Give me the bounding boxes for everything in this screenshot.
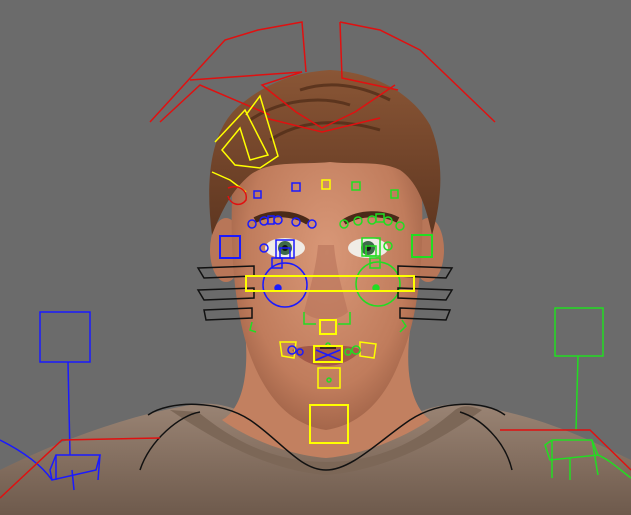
character-model[interactable] (0, 70, 631, 515)
3d-viewport[interactable] (0, 0, 631, 515)
viewport-canvas[interactable] (0, 0, 631, 515)
